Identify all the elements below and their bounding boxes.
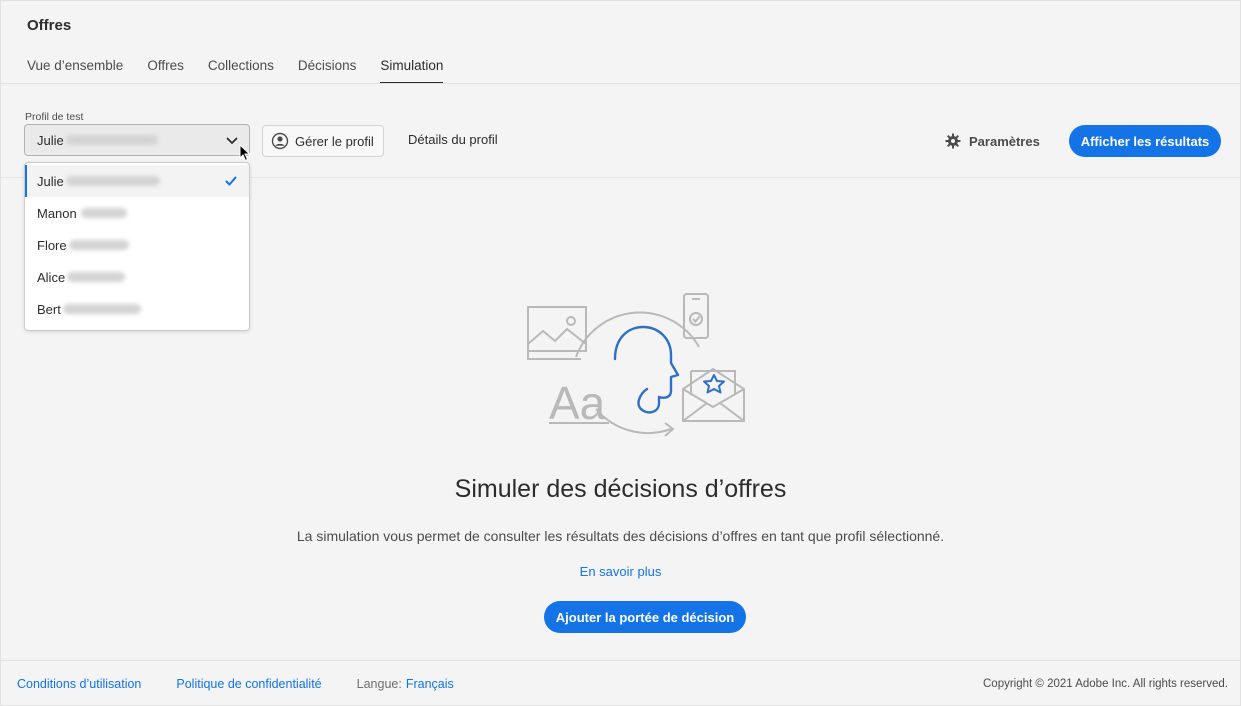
dropdown-item-label: Bert: [37, 301, 61, 317]
dropdown-item-label: Julie: [37, 173, 64, 189]
add-decision-scope-button[interactable]: Ajouter la portée de décision: [544, 601, 746, 633]
language-label: Langue:: [356, 677, 402, 691]
redacted-surname: [67, 272, 126, 282]
tab-offers[interactable]: Offres: [147, 58, 184, 84]
font-glyph-text: Aa: [549, 377, 606, 429]
chevron-down-icon: [226, 137, 238, 144]
profile-details-button[interactable]: Détails du profil: [408, 132, 498, 147]
manage-profile-button[interactable]: Gérer le profil: [262, 125, 384, 157]
dropdown-item-label: Flore: [37, 237, 67, 253]
redacted-surname: [65, 176, 160, 186]
settings-button[interactable]: Paramètres: [945, 133, 1040, 149]
footer: Conditions d’utilisation Politique de co…: [17, 677, 454, 691]
privacy-link[interactable]: Politique de confidentialité: [176, 677, 321, 691]
tab-overview[interactable]: Vue d’ensemble: [27, 58, 123, 84]
tabs-divider: [1, 83, 1240, 84]
mouse-cursor-icon: [239, 144, 251, 162]
dropdown-item-julie[interactable]: Julie: [25, 165, 249, 197]
tab-collections[interactable]: Collections: [208, 58, 274, 84]
test-profile-picker[interactable]: Julie: [24, 124, 250, 156]
dropdown-item-label: Manon: [37, 205, 77, 221]
empty-state-description: La simulation vous permet de consulter l…: [296, 528, 945, 544]
simulation-illustration: Aa: [527, 293, 745, 437]
redacted-surname: [80, 208, 127, 218]
dropdown-item-flore[interactable]: Flore: [25, 229, 249, 261]
gear-icon: [945, 133, 961, 149]
tab-bar: Vue d’ensemble Offres Collections Décisi…: [27, 58, 467, 84]
head-profile-icon: [613, 325, 680, 414]
user-circle-icon: [271, 132, 289, 150]
tab-decisions[interactable]: Décisions: [298, 58, 357, 84]
dropdown-item-label: Alice: [37, 269, 66, 285]
settings-label: Paramètres: [969, 133, 1040, 149]
footer-divider: [1, 660, 1240, 661]
redacted-surname: [65, 135, 158, 145]
dropdown-item-alice[interactable]: Alice: [25, 261, 249, 293]
star-icon: [703, 374, 725, 394]
image-frame-icon: [527, 306, 587, 360]
copyright-text: Copyright © 2021 Adobe Inc. All rights r…: [983, 678, 1228, 690]
terms-link[interactable]: Conditions d’utilisation: [17, 677, 141, 691]
language-selector[interactable]: Français: [406, 677, 454, 691]
show-results-button[interactable]: Afficher les résultats: [1069, 125, 1221, 157]
profile-dropdown-menu: Julie Manon Flore Alice Bert: [24, 162, 250, 331]
redacted-surname: [62, 304, 141, 314]
learn-more-link[interactable]: En savoir plus: [1, 564, 1240, 579]
tab-simulation[interactable]: Simulation: [380, 58, 444, 84]
dropdown-item-bert[interactable]: Bert: [25, 293, 249, 325]
manage-profile-label: Gérer le profil: [295, 133, 374, 149]
dropdown-item-manon[interactable]: Manon: [25, 197, 249, 229]
selected-profile-name: Julie: [37, 132, 64, 148]
redacted-surname: [68, 240, 129, 250]
empty-state-title: Simuler des décisions d’offres: [454, 475, 787, 503]
page-title: Offres: [27, 17, 72, 34]
test-profile-label: Profil de test: [25, 111, 84, 123]
checkmark-icon: [225, 176, 237, 186]
